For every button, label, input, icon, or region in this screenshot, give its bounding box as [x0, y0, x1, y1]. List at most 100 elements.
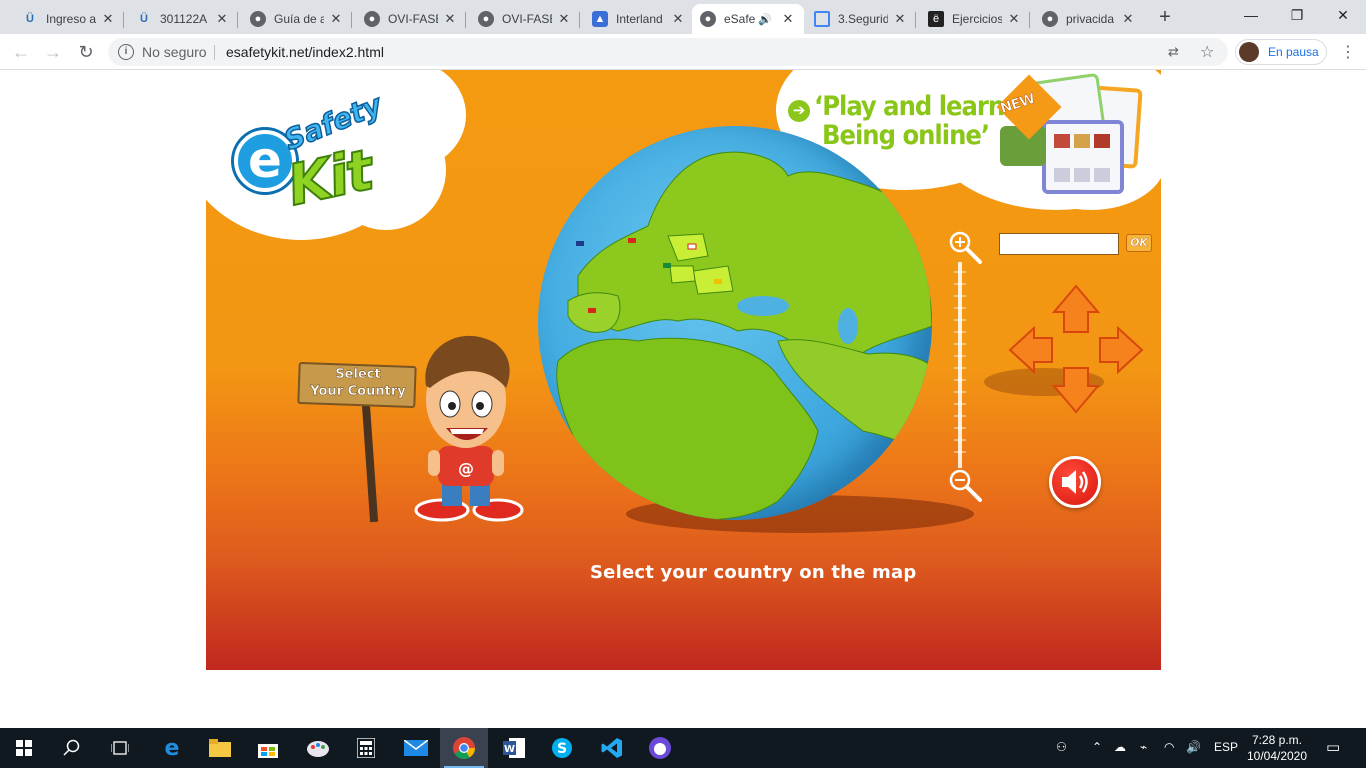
bookmark-star-icon[interactable]: ☆: [1200, 42, 1214, 62]
tab-ovi-fase-1[interactable]: ● OVI-FASE ✕: [356, 4, 466, 34]
url-text[interactable]: esafetykit.net/index2.html: [226, 44, 384, 60]
card-front: [1042, 120, 1124, 194]
profile-label: En pausa: [1268, 45, 1319, 59]
tab-ovi-fase-2[interactable]: ● OVI-FASE ✕: [470, 4, 580, 34]
flag-uk-icon: [576, 241, 584, 246]
forward-button[interactable]: →: [40, 39, 66, 65]
browser-toolbar: ← → ↻ i No seguro esafetykit.net/index2.…: [0, 34, 1366, 70]
word-taskbar-button[interactable]: W: [490, 728, 538, 768]
sound-toggle-button[interactable]: [1049, 456, 1101, 508]
purple-app-taskbar-button[interactable]: [636, 728, 684, 768]
start-button[interactable]: [0, 728, 48, 768]
store-taskbar-button[interactable]: [244, 728, 292, 768]
tab-ejercicios[interactable]: ë Ejercicios ✕: [920, 4, 1030, 34]
translate-icon[interactable]: ⇄: [1168, 44, 1179, 60]
ok-button[interactable]: OK: [1126, 234, 1152, 252]
volume-icon[interactable]: 🔊: [1186, 740, 1201, 754]
folder-icon: [209, 739, 231, 757]
shirt-at-symbol: @: [458, 459, 474, 478]
speaker-icon[interactable]: 🔊: [758, 13, 772, 26]
continents-map[interactable]: [538, 126, 932, 520]
calculator-taskbar-button[interactable]: [342, 728, 390, 768]
tab-interland[interactable]: ▲ Interland ✕: [584, 4, 694, 34]
svg-text:S: S: [557, 741, 567, 757]
clock[interactable]: 7:28 p.m. 10/04/2020: [1242, 732, 1312, 764]
promo-line-1: ‘Play and learn :: [814, 91, 1021, 122]
zoom-in-icon[interactable]: [948, 230, 982, 264]
speaker-icon: [1062, 470, 1088, 494]
flag-czech-icon: [628, 238, 636, 243]
notifications-icon[interactable]: ▭: [1326, 738, 1340, 756]
security-label[interactable]: No seguro: [142, 44, 207, 60]
world-map-globe[interactable]: [538, 126, 932, 520]
close-icon[interactable]: ✕: [442, 11, 458, 27]
paint-icon: [307, 741, 329, 757]
menu-icon[interactable]: ⋮: [1340, 42, 1356, 62]
tab-title: OVI-FASE: [388, 12, 438, 26]
chevron-up-icon[interactable]: ⌃: [1092, 740, 1102, 754]
tab-seguridad[interactable]: 3.Segurid ✕: [806, 4, 916, 34]
cloud-icon[interactable]: ☁: [1114, 740, 1126, 754]
paint-taskbar-button[interactable]: [294, 728, 342, 768]
skype-icon: S: [552, 738, 572, 758]
address-bar[interactable]: i No seguro esafetykit.net/index2.html ⇄…: [108, 38, 1228, 66]
close-icon[interactable]: ✕: [1120, 11, 1136, 27]
sign-pole: [361, 403, 379, 523]
close-window-button[interactable]: ✕: [1320, 0, 1366, 34]
close-icon[interactable]: ✕: [214, 11, 230, 27]
tab-esafetykit[interactable]: ● eSafe 🔊 ✕: [692, 4, 804, 34]
mail-icon: [404, 740, 428, 756]
new-tab-button[interactable]: +: [1153, 6, 1177, 30]
tab-guia[interactable]: ● Guía de a ✕: [242, 4, 352, 34]
sign-line-2: Your Country: [310, 384, 406, 399]
edge-taskbar-button[interactable]: e: [148, 728, 196, 768]
arrow-right-icon[interactable]: ➔: [788, 100, 810, 122]
play-and-learn-link[interactable]: ‘Play and learn : Being online’: [814, 91, 1021, 150]
chrome-taskbar-button[interactable]: [440, 728, 488, 768]
mail-taskbar-button[interactable]: [392, 728, 440, 768]
close-icon[interactable]: ✕: [780, 11, 796, 27]
word-icon: W: [503, 738, 525, 758]
romania-country: [692, 265, 734, 295]
task-view-button[interactable]: [96, 728, 144, 768]
vscode-taskbar-button[interactable]: [588, 728, 636, 768]
tab-ingreso[interactable]: Ü Ingreso a ✕: [14, 4, 124, 34]
close-icon[interactable]: ✕: [100, 11, 116, 27]
people-icon[interactable]: ⚇: [1056, 740, 1067, 754]
hungary-country: [669, 265, 696, 284]
divider: [214, 45, 215, 60]
wifi-icon[interactable]: ◠: [1164, 740, 1174, 754]
esafetykit-logo[interactable]: e Safety Kit: [228, 87, 428, 236]
profile-button[interactable]: En pausa: [1235, 39, 1327, 65]
new-game-cards[interactable]: NEW: [996, 72, 1148, 198]
doc-icon: [814, 11, 830, 27]
reload-button[interactable]: ↻: [73, 39, 99, 65]
file-explorer-taskbar-button[interactable]: [196, 728, 244, 768]
skype-taskbar-button[interactable]: S: [538, 728, 586, 768]
close-icon[interactable]: ✕: [670, 11, 686, 27]
e-icon: ë: [928, 11, 944, 27]
search-button[interactable]: [48, 728, 96, 768]
minimize-button[interactable]: —: [1228, 0, 1274, 34]
store-icon: [258, 744, 278, 758]
globe-icon: ●: [250, 11, 266, 27]
africa-region: [556, 337, 819, 520]
country-search-input[interactable]: [999, 233, 1119, 255]
close-icon[interactable]: ✕: [556, 11, 572, 27]
flag-poland-icon: [687, 243, 697, 250]
svg-text:W: W: [504, 744, 515, 755]
tab-privacidad[interactable]: ● privacida ✕: [1034, 4, 1144, 34]
back-button[interactable]: ←: [8, 39, 34, 65]
language-indicator[interactable]: ESP: [1214, 740, 1238, 754]
close-icon[interactable]: ✕: [1006, 11, 1022, 27]
flag-romania-icon: [714, 279, 722, 284]
close-icon[interactable]: ✕: [328, 11, 344, 27]
restore-button[interactable]: ❐: [1274, 0, 1320, 34]
info-icon[interactable]: i: [118, 44, 134, 60]
tab-301122a[interactable]: Ü 301122A ✕: [128, 4, 238, 34]
power-icon[interactable]: ⌁: [1140, 740, 1147, 754]
zoom-out-icon[interactable]: [948, 468, 982, 502]
unad-icon: Ü: [140, 13, 148, 25]
zoom-slider[interactable]: [954, 262, 966, 468]
close-icon[interactable]: ✕: [892, 11, 908, 27]
